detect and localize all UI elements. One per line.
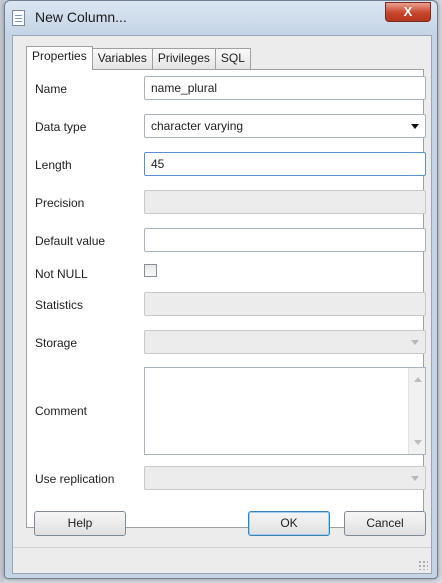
comment-scrollbar[interactable] bbox=[408, 368, 425, 454]
chevron-down-icon bbox=[411, 124, 419, 129]
cancel-button[interactable]: Cancel bbox=[344, 511, 426, 536]
new-column-dialog: New Column... X Properties Variables Pri… bbox=[4, 0, 438, 579]
tab-variables[interactable]: Variables bbox=[91, 48, 153, 69]
status-bar bbox=[13, 547, 431, 573]
document-icon bbox=[12, 10, 25, 26]
storage-select[interactable] bbox=[144, 330, 426, 354]
title-bar[interactable]: New Column... X bbox=[5, 1, 437, 35]
tab-sql[interactable]: SQL bbox=[214, 48, 251, 69]
precision-input[interactable] bbox=[144, 190, 426, 214]
close-button[interactable]: X bbox=[385, 2, 431, 22]
tab-privileges[interactable]: Privileges bbox=[151, 48, 216, 69]
statistics-input[interactable] bbox=[144, 292, 426, 316]
storage-label: Storage bbox=[35, 336, 78, 350]
scroll-up-icon[interactable] bbox=[414, 377, 422, 382]
default-value-input[interactable] bbox=[144, 228, 426, 252]
not-null-label: Not NULL bbox=[35, 267, 88, 281]
dialog-body: Properties Variables Privileges SQL Name… bbox=[12, 35, 432, 574]
statistics-label: Statistics bbox=[35, 298, 84, 312]
chevron-down-icon bbox=[411, 340, 419, 345]
help-button[interactable]: Help bbox=[34, 511, 126, 536]
close-icon: X bbox=[403, 4, 413, 19]
not-null-checkbox[interactable] bbox=[144, 264, 157, 277]
default-value-label: Default value bbox=[35, 234, 106, 248]
precision-label: Precision bbox=[35, 196, 85, 210]
tab-properties[interactable]: Properties bbox=[26, 46, 93, 70]
comment-label: Comment bbox=[35, 404, 88, 418]
scroll-down-icon[interactable] bbox=[414, 440, 422, 445]
replication-select[interactable] bbox=[144, 466, 426, 490]
tab-bar: Properties Variables Privileges SQL bbox=[26, 46, 251, 70]
chevron-down-icon bbox=[411, 476, 419, 481]
length-input[interactable]: 45 bbox=[144, 152, 426, 176]
replication-label: Use replication bbox=[35, 472, 115, 486]
name-label: Name bbox=[35, 82, 68, 96]
datatype-select[interactable]: character varying bbox=[144, 114, 426, 138]
datatype-label: Data type bbox=[35, 120, 87, 134]
name-input[interactable]: name_plural bbox=[144, 76, 426, 100]
resize-grip-icon[interactable] bbox=[418, 560, 428, 570]
window-title: New Column... bbox=[35, 9, 127, 25]
length-value: 45 bbox=[151, 157, 165, 171]
comment-textarea[interactable] bbox=[144, 367, 426, 455]
datatype-value: character varying bbox=[151, 119, 244, 133]
name-value: name_plural bbox=[151, 81, 218, 95]
ok-button[interactable]: OK bbox=[248, 511, 330, 536]
length-label: Length bbox=[35, 158, 72, 172]
